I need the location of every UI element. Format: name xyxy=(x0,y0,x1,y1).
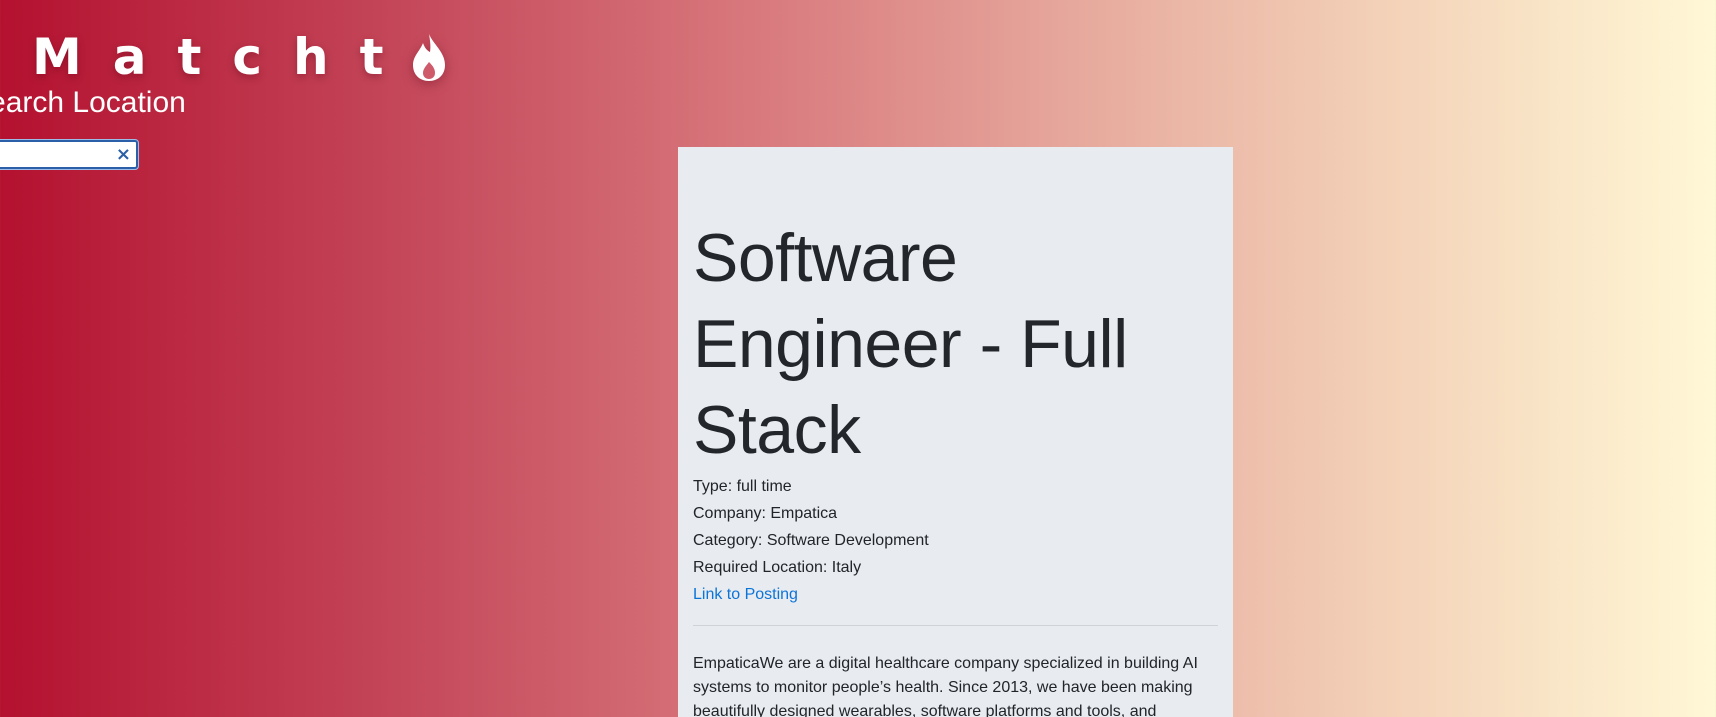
job-company: Company: Empatica xyxy=(693,505,838,522)
app-logo[interactable]: Matcht xyxy=(32,28,447,86)
divider xyxy=(693,625,1218,626)
logo-text: Matcht xyxy=(32,28,415,86)
search-location-field[interactable]: × xyxy=(0,140,138,169)
job-type: Type: full time xyxy=(693,478,792,495)
job-title: Software Engineer - Full Stack xyxy=(693,220,1128,468)
job-card: Software Engineer - Full Stack Type: ful… xyxy=(678,147,1233,717)
job-location: Required Location: Italy xyxy=(693,559,862,576)
search-location-label: Search Location xyxy=(0,86,186,119)
job-description: EmpaticaWe are a digital healthcare comp… xyxy=(693,655,1198,717)
posting-link[interactable]: Link to Posting xyxy=(693,581,798,608)
search-location-input[interactable] xyxy=(0,142,112,167)
close-icon[interactable]: × xyxy=(116,144,131,166)
flame-icon xyxy=(412,34,445,81)
job-category: Category: Software Development xyxy=(693,532,929,549)
